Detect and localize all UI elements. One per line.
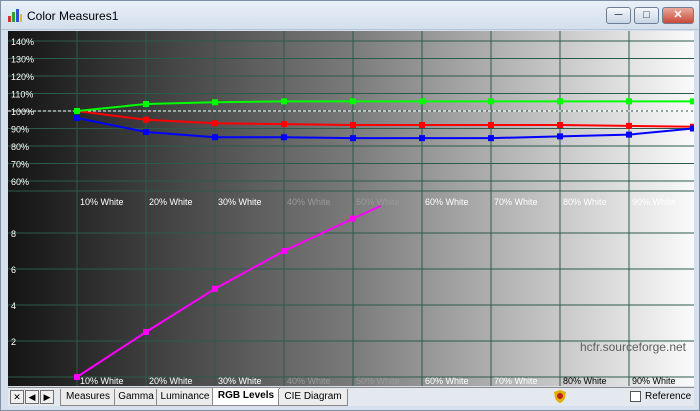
x-tick-label: 60% White xyxy=(425,376,469,386)
x-tick-label: 50% White xyxy=(356,197,400,207)
data-point-blue xyxy=(281,134,287,141)
data-point-red xyxy=(212,120,218,127)
x-tick-label: 40% White xyxy=(287,376,331,386)
y-tick-label: 100% xyxy=(11,107,34,117)
close-button[interactable]: ✕ xyxy=(662,7,694,24)
app-window: Color Measures1 ─ □ ✕ 140% 130% 120% 110% 10… xyxy=(0,0,700,411)
y-tick-label: 110% xyxy=(11,90,33,100)
y-tick-label: 70% xyxy=(11,160,29,170)
x-tick-label: 80% White xyxy=(563,197,607,207)
x-tick-label: 90% White xyxy=(632,376,676,386)
y-tick-label: 6 xyxy=(11,265,16,275)
watermark: hcfr.sourceforge.net xyxy=(580,340,687,354)
y-tick-label: 4 xyxy=(11,301,16,311)
data-point-green xyxy=(690,98,694,105)
data-point-blue xyxy=(419,135,425,142)
data-point-red xyxy=(419,122,425,128)
y-tick-label: 90% xyxy=(11,125,29,135)
data-point-green xyxy=(419,98,425,105)
data-point-delta xyxy=(212,285,218,292)
reference-label: Reference xyxy=(645,391,692,402)
x-tick-label: 70% White xyxy=(494,197,538,207)
gradient-background xyxy=(8,31,694,386)
data-point-red xyxy=(626,122,632,129)
charts-svg: 140% 130% 120% 110% 100% 90% 80% 70% 60% 10% Whit… xyxy=(8,31,694,386)
y-tick-label: 120% xyxy=(11,72,34,82)
x-tick-label: 30% White xyxy=(218,197,262,207)
x-tick-label: 20% White xyxy=(149,376,193,386)
data-point-red xyxy=(488,122,494,128)
data-point-green xyxy=(212,99,218,106)
data-point-blue xyxy=(557,133,563,140)
tab-measures[interactable]: Measures xyxy=(60,389,116,406)
x-tick-label: 20% White xyxy=(149,197,193,207)
x-tick-label: 10% White xyxy=(80,197,124,207)
x-tick-label: 70% White xyxy=(494,376,538,386)
data-point-green xyxy=(557,98,563,105)
tab-rgb-levels[interactable]: RGB Levels xyxy=(212,388,280,406)
next-button[interactable]: ▶ xyxy=(40,390,54,404)
data-point-blue xyxy=(690,125,694,132)
data-point-green xyxy=(143,101,149,107)
data-point-blue xyxy=(74,115,80,121)
y-tick-label: 130% xyxy=(11,55,34,65)
shield-icon xyxy=(554,390,566,403)
y-tick-label: 140% xyxy=(11,37,34,47)
data-point-green xyxy=(350,98,356,105)
y-tick-label: 2 xyxy=(11,337,16,347)
data-point-blue xyxy=(350,135,356,142)
data-point-red xyxy=(557,122,563,128)
data-point-red xyxy=(281,121,287,128)
maximize-button[interactable]: □ xyxy=(634,7,659,24)
minimize-button[interactable]: ─ xyxy=(606,7,631,24)
title-bar[interactable]: Color Measures1 ─ □ ✕ xyxy=(1,1,699,30)
tab-luminance[interactable]: Luminance xyxy=(156,389,214,406)
data-point-delta xyxy=(350,215,356,222)
tab-gamma[interactable]: Gamma xyxy=(114,389,158,406)
x-tick-label: 60% White xyxy=(425,197,469,207)
bottom-toolbar: ✕ ◀ ▶ Measures Gamma Luminance RGB Level… xyxy=(8,387,694,406)
data-point-red xyxy=(143,116,149,123)
data-point-blue xyxy=(143,129,149,135)
reference-checkbox[interactable] xyxy=(630,391,641,402)
x-tick-label: 10% White xyxy=(80,376,124,386)
data-point-red xyxy=(350,122,356,128)
tab-cie-diagram[interactable]: CIE Diagram xyxy=(278,389,348,406)
data-point-green xyxy=(626,98,632,105)
window-title: Color Measures1 xyxy=(27,9,119,23)
y-tick-label: 8 xyxy=(11,229,16,239)
chart-area: 140% 130% 120% 110% 100% 90% 80% 70% 60% 10% Whit… xyxy=(8,31,694,386)
first-button[interactable]: ✕ xyxy=(10,390,24,404)
data-point-green xyxy=(74,108,80,114)
x-tick-label: 80% White xyxy=(563,376,607,386)
x-tick-label: 50% White xyxy=(356,376,400,386)
x-tick-label: 90% White xyxy=(632,197,676,207)
prev-button[interactable]: ◀ xyxy=(25,390,39,404)
y-tick-label: 60% xyxy=(11,177,29,187)
y-tick-label: 80% xyxy=(11,142,29,152)
data-point-blue xyxy=(212,134,218,141)
bar-chart-icon xyxy=(8,9,22,22)
x-tick-label: 30% White xyxy=(218,376,262,386)
data-point-green xyxy=(281,98,287,105)
data-point-blue xyxy=(626,131,632,138)
data-point-green xyxy=(488,98,494,105)
x-tick-label: 40% White xyxy=(287,197,331,207)
data-point-blue xyxy=(488,135,494,142)
data-point-delta xyxy=(143,329,149,335)
data-point-delta xyxy=(281,248,287,254)
